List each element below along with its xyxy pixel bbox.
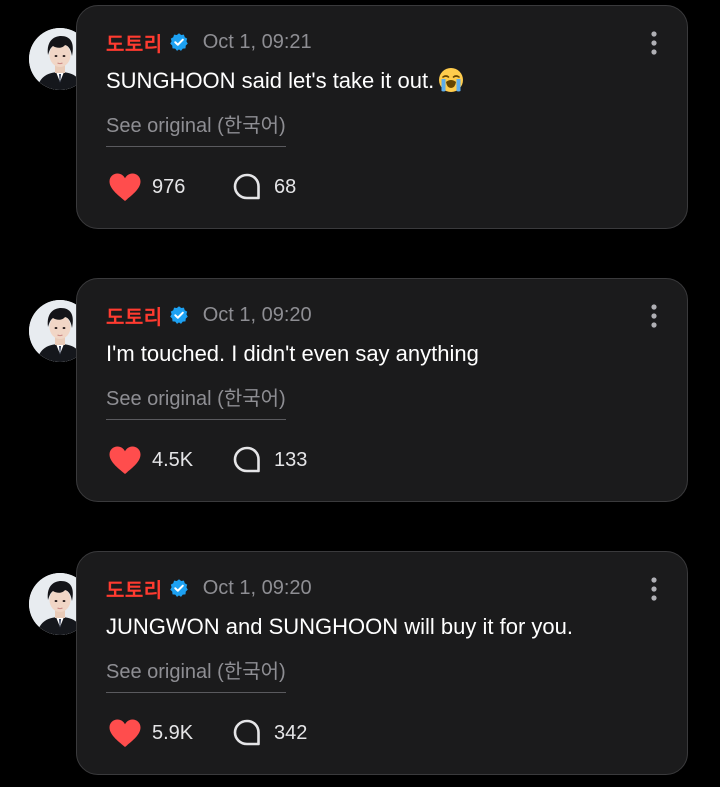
see-original-link[interactable]: See original (한국어) — [106, 385, 286, 420]
post-header: 도토리 Oct 1, 09:20 — [106, 301, 312, 329]
username[interactable]: 도토리 — [106, 574, 163, 603]
post-header: 도토리 Oct 1, 09:20 — [106, 574, 312, 602]
post-card[interactable]: 도토리 Oct 1, 09:21 SUNGHOON said let's tak… — [76, 5, 688, 229]
comment-bubble-icon[interactable] — [232, 718, 262, 748]
post-actions: 976 68 — [108, 171, 296, 203]
heart-icon[interactable] — [108, 718, 142, 748]
post-timestamp: Oct 1, 09:20 — [202, 303, 312, 326]
comment-bubble-icon[interactable] — [232, 172, 262, 202]
more-vertical-icon[interactable] — [651, 577, 657, 601]
comment-count: 342 — [274, 721, 308, 744]
see-original-link[interactable]: See original (한국어) — [106, 112, 286, 147]
heart-icon[interactable] — [108, 172, 142, 202]
post-timestamp: Oct 1, 09:21 — [202, 30, 312, 53]
like-count: 4.5K — [152, 448, 194, 471]
post-text: JUNGWON and SUNGHOON will buy it for you… — [106, 614, 573, 639]
post-text-content: SUNGHOON said let's take it out. — [106, 68, 435, 93]
post-actions: 5.9K 342 — [108, 717, 307, 749]
comment-count: 68 — [274, 175, 297, 198]
username[interactable]: 도토리 — [106, 28, 163, 57]
verified-badge-icon — [169, 578, 189, 598]
post-timestamp: Oct 1, 09:20 — [202, 576, 312, 599]
post-header: 도토리 Oct 1, 09:21 — [106, 28, 312, 56]
more-vertical-icon[interactable] — [651, 304, 657, 328]
see-original-link[interactable]: See original (한국어) — [106, 658, 286, 693]
comment-count: 133 — [274, 448, 308, 471]
username[interactable]: 도토리 — [106, 301, 163, 330]
post-text: SUNGHOON said let's take it out. — [106, 64, 666, 98]
comment-bubble-icon[interactable] — [232, 445, 262, 475]
post-card[interactable]: 도토리 Oct 1, 09:20 JUNGWON and SUNGHOON wi… — [76, 551, 688, 775]
verified-badge-icon — [169, 32, 189, 52]
post-card[interactable]: 도토리 Oct 1, 09:20 I'm touched. I didn't e… — [76, 278, 688, 502]
like-count: 976 — [152, 175, 186, 198]
post-actions: 4.5K 133 — [108, 444, 307, 476]
more-vertical-icon[interactable] — [651, 31, 657, 55]
verified-badge-icon — [169, 305, 189, 325]
like-count: 5.9K — [152, 721, 194, 744]
post-text: I'm touched. I didn't even say anything — [106, 341, 479, 366]
loudly-crying-face-emoji — [438, 67, 464, 93]
heart-icon[interactable] — [108, 445, 142, 475]
